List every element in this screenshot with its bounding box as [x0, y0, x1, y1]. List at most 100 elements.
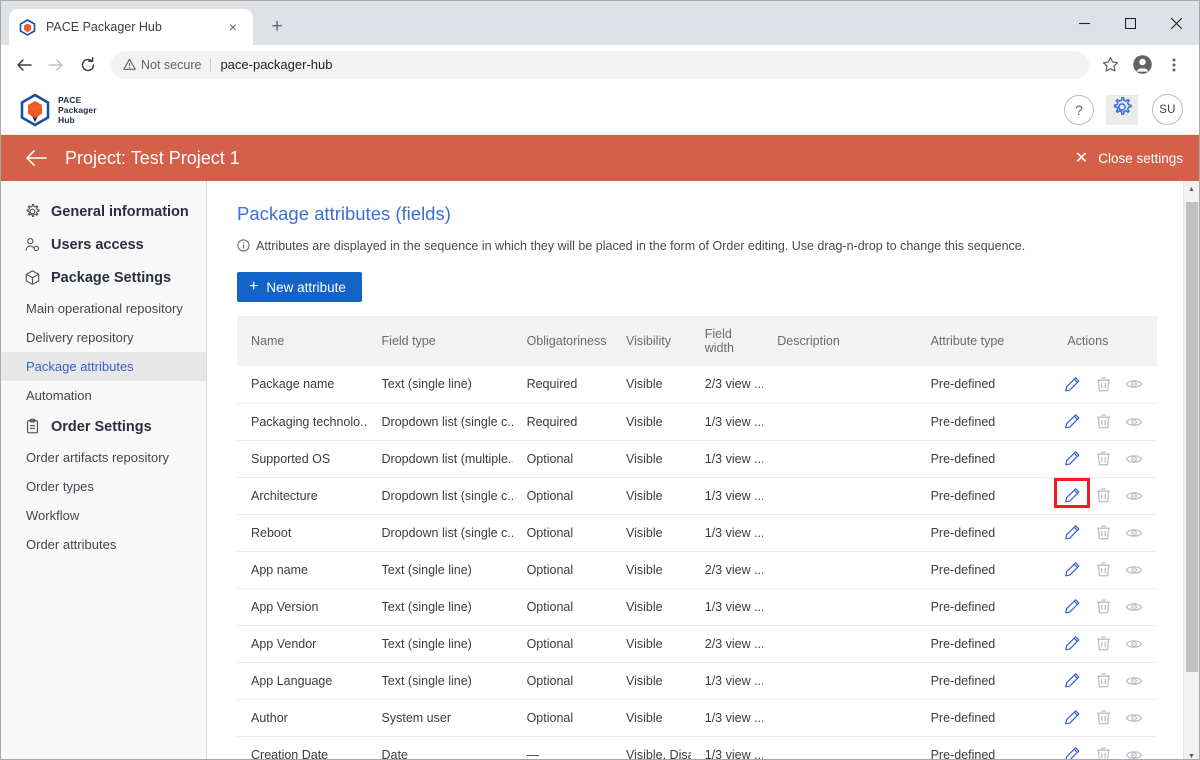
scrollbar-track[interactable] — [1184, 198, 1200, 748]
sidebar-item-order-artifacts-repository[interactable]: Order artifacts repository — [1, 443, 206, 472]
column-header-visibility[interactable]: Visibility — [612, 316, 691, 366]
trash-icon[interactable] — [1094, 746, 1112, 759]
eye-icon[interactable] — [1125, 561, 1143, 579]
column-header-field-width[interactable]: Field width — [690, 316, 764, 366]
sidebar-item-main-operational-repository[interactable]: Main operational repository — [1, 294, 206, 323]
cell-field-type: Dropdown list (multiple... — [367, 440, 513, 478]
trash-icon[interactable] — [1094, 672, 1112, 690]
pencil-icon[interactable] — [1063, 709, 1081, 727]
logo-line-2: Packager — [58, 104, 97, 115]
column-header-attribute-type[interactable]: Attribute type — [916, 316, 1054, 366]
sidebar-item-users-access[interactable]: Users access — [1, 228, 206, 261]
scroll-down-icon[interactable]: ▼ — [1184, 748, 1200, 759]
trash-icon[interactable] — [1094, 561, 1112, 579]
maximize-icon[interactable] — [1107, 1, 1153, 45]
reload-icon[interactable] — [73, 50, 103, 80]
new-attribute-button[interactable]: + New attribute — [237, 272, 362, 302]
kebab-menu-icon[interactable] — [1159, 50, 1189, 80]
cell-actions — [1053, 699, 1157, 737]
security-status[interactable]: Not secure — [123, 57, 212, 72]
address-bar[interactable]: Not secure pace-packager-hub — [111, 50, 1089, 79]
row-actions — [1063, 375, 1157, 393]
scroll-up-icon[interactable]: ▲ — [1184, 181, 1200, 198]
table-row[interactable]: App Language Text (single line) Optional Vi… — [237, 662, 1157, 700]
sidebar-item-label: Users access — [51, 236, 144, 253]
content-scrollbar[interactable]: ▲ ▼ — [1183, 181, 1199, 759]
pencil-icon[interactable] — [1063, 413, 1081, 431]
sidebar-item-order-types[interactable]: Order types — [1, 472, 206, 501]
sidebar-item-general-information[interactable]: General information — [1, 195, 206, 228]
column-header-description[interactable]: Description — [763, 316, 917, 366]
trash-icon[interactable] — [1094, 524, 1112, 542]
table-row[interactable]: App Version Text (single line) Optional Vis… — [237, 588, 1157, 626]
star-icon[interactable] — [1095, 50, 1125, 80]
trash-icon[interactable] — [1094, 413, 1112, 431]
table-row[interactable]: App Vendor Text (single line) Optional Visi… — [237, 625, 1157, 663]
trash-icon[interactable] — [1094, 709, 1112, 727]
new-tab-button[interactable]: + — [263, 13, 291, 41]
profile-icon[interactable] — [1127, 50, 1157, 80]
table-row[interactable]: Architecture Dropdown list (single c... Op… — [237, 477, 1157, 515]
eye-icon[interactable] — [1125, 524, 1143, 542]
close-settings-button[interactable]: ✕ Close settings — [1075, 148, 1183, 168]
cell-name: Packaging technolo... — [237, 403, 368, 441]
pencil-icon[interactable] — [1063, 450, 1081, 468]
column-header-obligatoriness[interactable]: Obligatoriness — [512, 316, 613, 366]
sidebar-item-delivery-repository[interactable]: Delivery repository — [1, 323, 206, 352]
column-header-name[interactable]: Name — [237, 316, 368, 366]
table-row[interactable]: Package name Text (single line) Required Vi… — [237, 366, 1157, 404]
eye-icon[interactable] — [1125, 487, 1143, 505]
avatar[interactable]: SU — [1152, 94, 1183, 125]
trash-icon[interactable] — [1094, 375, 1112, 393]
pencil-icon[interactable] — [1063, 746, 1081, 759]
pencil-icon[interactable] — [1063, 598, 1081, 616]
cell-name: Architecture — [237, 477, 368, 515]
pencil-icon[interactable] — [1063, 672, 1081, 690]
eye-icon[interactable] — [1125, 709, 1143, 727]
table-row[interactable]: Author System user Optional Visible 1/3 view… — [237, 699, 1157, 737]
table-row[interactable]: Packaging technolo... Dropdown list (sing… — [237, 403, 1157, 441]
pencil-icon[interactable] — [1063, 375, 1081, 393]
cell-attribute-type: Pre-defined — [916, 403, 1054, 441]
table-row[interactable]: Supported OS Dropdown list (multiple... Op… — [237, 440, 1157, 478]
minimize-icon[interactable] — [1061, 1, 1107, 45]
sidebar-item-package-attributes[interactable]: Package attributes — [1, 352, 206, 381]
help-button[interactable]: ? — [1064, 94, 1094, 125]
sidebar-item-order-attributes[interactable]: Order attributes — [1, 530, 206, 559]
trash-icon[interactable] — [1094, 450, 1112, 468]
back-arrow-icon[interactable] — [23, 145, 49, 171]
back-icon[interactable] — [9, 50, 39, 80]
sidebar-item-order-settings[interactable]: Order Settings — [1, 410, 206, 443]
cell-field-type: Text (single line) — [367, 588, 513, 626]
pencil-icon[interactable] — [1063, 524, 1081, 542]
table-row[interactable]: App name Text (single line) Optional Visibl… — [237, 551, 1157, 589]
tab-close-icon[interactable]: × — [223, 17, 243, 37]
table-row[interactable]: Reboot Dropdown list (single c... Optional… — [237, 514, 1157, 552]
table-row[interactable]: Creation DateDate—Visible, Disabl...1/3 … — [237, 736, 1157, 759]
eye-icon[interactable] — [1125, 450, 1143, 468]
scrollbar-thumb[interactable] — [1185, 202, 1198, 672]
eye-icon[interactable] — [1125, 375, 1143, 393]
sidebar-item-workflow[interactable]: Workflow — [1, 501, 206, 530]
browser-tab[interactable]: PACE Packager Hub × — [9, 9, 253, 45]
settings-gear-button[interactable] — [1106, 94, 1138, 125]
trash-icon[interactable] — [1094, 598, 1112, 616]
cell-description — [763, 366, 917, 404]
cell-attribute-type: Pre-defined — [916, 699, 1054, 737]
forward-icon[interactable] — [41, 50, 71, 80]
attributes-table: Name Field type Obligatoriness Visibilit… — [237, 316, 1157, 759]
eye-icon[interactable] — [1125, 413, 1143, 431]
eye-icon[interactable] — [1125, 746, 1143, 760]
trash-icon[interactable] — [1094, 635, 1112, 653]
pencil-icon[interactable] — [1063, 635, 1081, 653]
column-header-field-type[interactable]: Field type — [367, 316, 513, 366]
trash-icon[interactable] — [1094, 487, 1112, 505]
app-logo[interactable]: PACE Packager Hub — [19, 92, 97, 127]
eye-icon[interactable] — [1125, 635, 1143, 653]
sidebar-item-package-settings[interactable]: Package Settings — [1, 261, 206, 294]
eye-icon[interactable] — [1125, 672, 1143, 690]
close-icon[interactable] — [1153, 1, 1199, 45]
pencil-icon[interactable] — [1063, 561, 1081, 579]
sidebar-item-automation[interactable]: Automation — [1, 381, 206, 410]
eye-icon[interactable] — [1125, 598, 1143, 616]
